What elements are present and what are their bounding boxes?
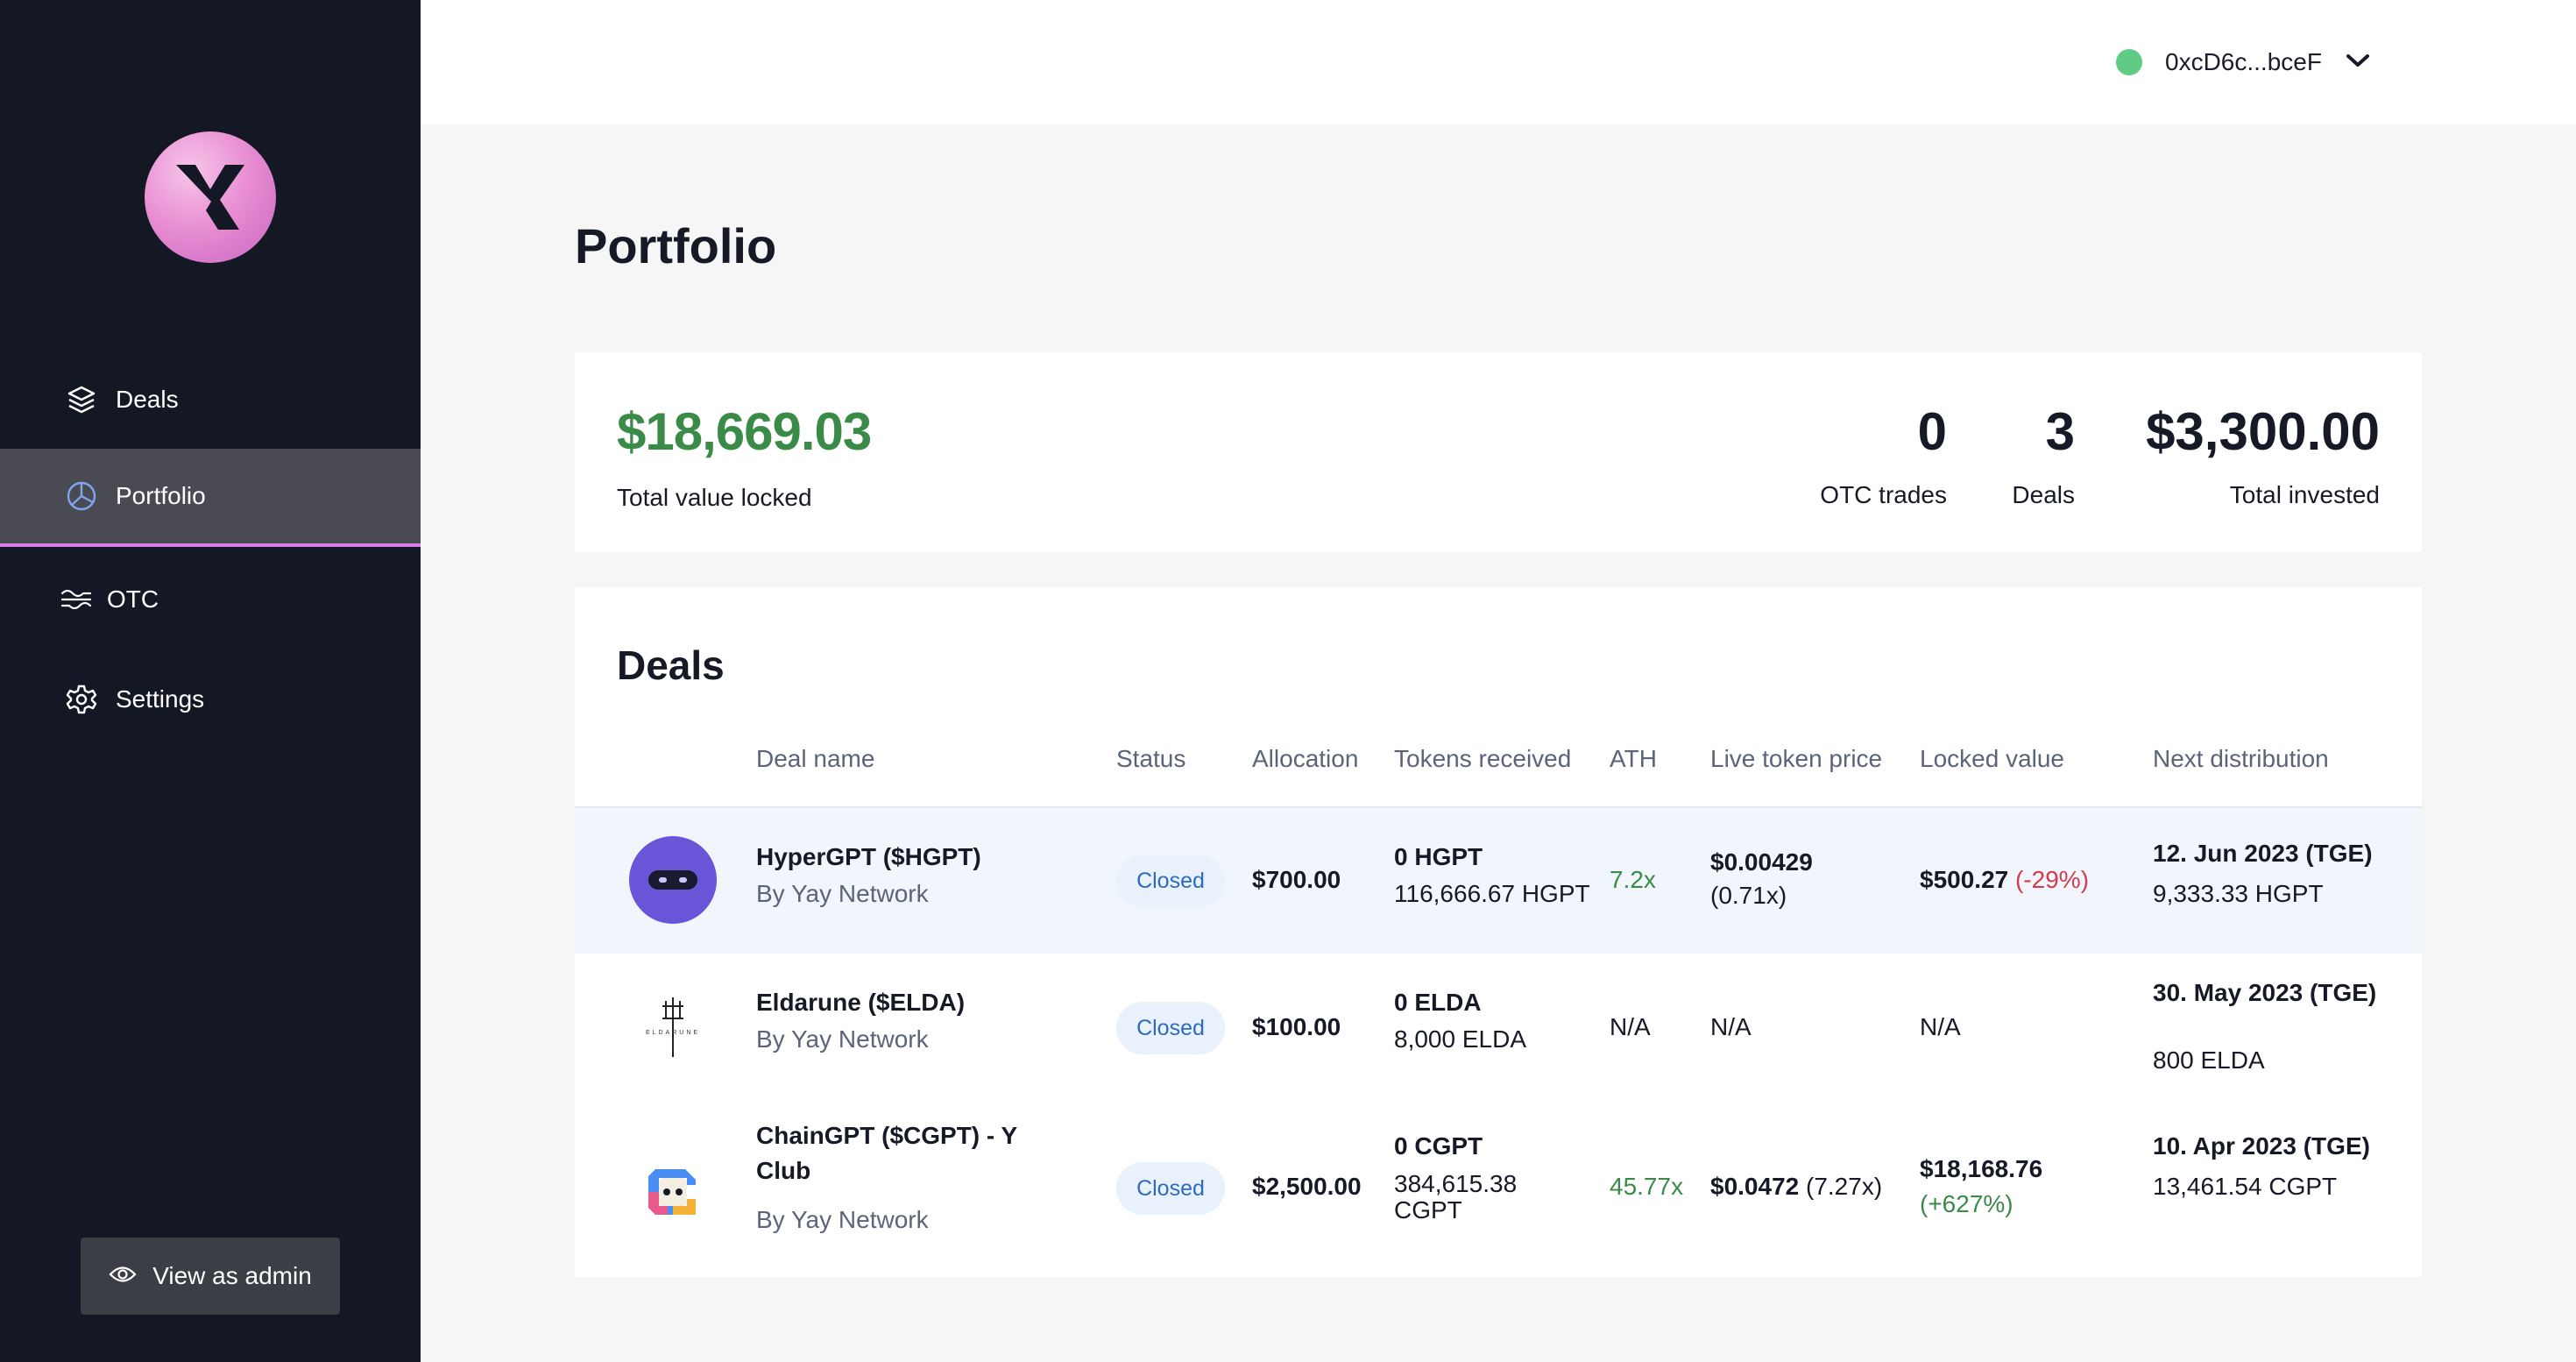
- column-header-allocation[interactable]: Allocation: [1252, 745, 1358, 773]
- sidebar-item-label: Deals: [116, 386, 179, 413]
- table-row[interactable]: HyperGPT ($HGPT) By Yay Network Closed $…: [575, 808, 2422, 954]
- locked-value-change: (-29%): [2015, 866, 2090, 893]
- tokens-received-claimed: 0 ELDA: [1394, 989, 1482, 1016]
- top-header: 0xcD6c...bceF: [421, 0, 2576, 124]
- status-badge: Closed: [1116, 1002, 1225, 1054]
- hypergpt-logo-icon: [629, 836, 717, 924]
- sidebar-item-label: Portfolio: [116, 482, 206, 509]
- tokens-received-claimed: 0 HGPT: [1394, 843, 1483, 870]
- deal-issuer: By Yay Network: [756, 1025, 929, 1053]
- eldarune-logo-wordmark: ELDARUNE: [646, 1030, 700, 1036]
- sidebar-item-deals[interactable]: Deals: [0, 351, 421, 449]
- total-value-locked-label: Total value locked: [617, 484, 812, 511]
- locked-value-amount: $500.27: [1920, 866, 2009, 893]
- app-logo[interactable]: [145, 131, 276, 263]
- column-header-next-distribution[interactable]: Next distribution: [2153, 745, 2329, 773]
- live-token-multiplier: (0.71x): [1710, 882, 1787, 909]
- column-header-ath[interactable]: ATH: [1610, 745, 1657, 773]
- allocation-value: $2,500.00: [1252, 1173, 1362, 1200]
- gear-icon: [65, 683, 98, 716]
- next-distribution-date: 30. May 2023 (TGE): [2153, 979, 2377, 1006]
- next-distribution-amount: 9,333.33 HGPT: [2153, 880, 2324, 907]
- deal-name[interactable]: HyperGPT ($HGPT): [756, 843, 981, 871]
- otc-trades-value: 0: [1917, 402, 1947, 461]
- pie-chart-icon: [65, 479, 98, 513]
- allocation-value: $100.00: [1252, 1013, 1341, 1040]
- next-distribution-amount: 800 ELDA: [2153, 1046, 2265, 1074]
- total-invested-label: Total invested: [2229, 481, 2380, 508]
- wallet-dropdown[interactable]: 0xcD6c...bceF: [2116, 44, 2371, 81]
- deals-table-card: Deals Deal name Status Allocation Tokens…: [575, 587, 2422, 1277]
- total-invested-stat: $3,300.00 Total invested: [2146, 401, 2380, 509]
- tokens-received-claimed: 0 CGPT: [1394, 1132, 1483, 1160]
- locked-value: $500.27 (-29%): [1920, 866, 2089, 894]
- locked-value-amount: $18,168.76: [1920, 1155, 2043, 1182]
- layers-icon: [65, 383, 98, 416]
- tokens-received-total: 116,666.67 HGPT: [1394, 880, 1590, 907]
- eldarune-logo-icon: ELDARUNE: [629, 983, 717, 1071]
- chaingpt-logo-icon: [629, 1148, 717, 1236]
- locked-value-amount: N/A: [1920, 1013, 1961, 1040]
- view-as-admin-label: View as admin: [152, 1262, 312, 1289]
- tokens-received-total: 384,615.38 CGPT: [1394, 1170, 1518, 1224]
- wallet-address: 0xcD6c...bceF: [2165, 48, 2322, 75]
- otc-trades-label: OTC trades: [1820, 481, 1947, 508]
- deal-issuer: By Yay Network: [756, 1206, 929, 1233]
- column-header-deal-name[interactable]: Deal name: [756, 745, 874, 773]
- live-token-price-value: $0.0472: [1710, 1173, 1800, 1200]
- ath-value: 7.2x: [1610, 866, 1656, 893]
- ath-value: N/A: [1610, 1013, 1651, 1040]
- table-row[interactable]: ChainGPT ($CGPT) - Y Club By Yay Network…: [575, 1103, 2422, 1277]
- sidebar-item-label: Settings: [116, 685, 205, 713]
- page-title: Portfolio: [575, 218, 777, 273]
- locked-value-change: (+627%): [1920, 1190, 2013, 1217]
- total-invested-value: $3,300.00: [2146, 402, 2380, 461]
- summary-card: $18,669.03 Total value locked 0 OTC trad…: [575, 352, 2422, 552]
- otc-trades-stat: 0 OTC trades: [1820, 401, 1947, 509]
- total-value-locked: $18,669.03: [617, 402, 872, 461]
- sidebar-item-portfolio[interactable]: Portfolio: [0, 449, 421, 547]
- deals-count-value: 3: [2045, 402, 2075, 461]
- chevron-down-icon[interactable]: [2345, 52, 2371, 74]
- wallet-status-dot: [2116, 49, 2142, 75]
- next-distribution-amount: 13,461.54 CGPT: [2153, 1173, 2338, 1200]
- deal-name[interactable]: ChainGPT ($CGPT) - Y Club: [756, 1118, 1072, 1188]
- live-token-price: $0.0472 (7.27x): [1710, 1173, 1882, 1201]
- swap-icon: [60, 583, 93, 616]
- allocation-value: $700.00: [1252, 866, 1341, 893]
- deal-issuer: By Yay Network: [756, 880, 929, 907]
- sidebar-item-label: OTC: [107, 585, 159, 613]
- column-header-live-token-price[interactable]: Live token price: [1710, 745, 1882, 773]
- y-logo-icon: [176, 165, 244, 230]
- column-header-status[interactable]: Status: [1116, 745, 1185, 773]
- live-token-price: N/A: [1710, 1013, 1752, 1040]
- table-row[interactable]: ELDARUNE Eldarune ($ELDA) By Yay Network…: [575, 954, 2422, 1103]
- sidebar-item-otc[interactable]: OTC: [0, 550, 421, 649]
- deals-table-title: Deals: [617, 642, 725, 688]
- deals-count-label: Deals: [2012, 481, 2075, 508]
- deal-name[interactable]: Eldarune ($ELDA): [756, 989, 965, 1017]
- live-token-price: $0.00429: [1710, 848, 1813, 876]
- sidebar-item-settings[interactable]: Settings: [0, 650, 421, 748]
- sidebar: Deals Portfolio OTC Settings View as adm…: [0, 0, 421, 1362]
- column-header-locked-value[interactable]: Locked value: [1920, 745, 2064, 773]
- status-badge: Closed: [1116, 855, 1225, 907]
- ath-value: 45.77x: [1610, 1173, 1684, 1200]
- next-distribution-date: 10. Apr 2023 (TGE): [2153, 1132, 2370, 1160]
- live-token-multiplier: (7.27x): [1806, 1173, 1883, 1200]
- column-header-tokens-received[interactable]: Tokens received: [1394, 745, 1571, 773]
- eye-icon: [109, 1262, 137, 1290]
- next-distribution-date: 12. Jun 2023 (TGE): [2153, 840, 2373, 867]
- view-as-admin-button[interactable]: View as admin: [81, 1238, 340, 1315]
- deals-stat: 3 Deals: [2012, 401, 2075, 509]
- tokens-received-total: 8,000 ELDA: [1394, 1025, 1526, 1053]
- status-badge: Closed: [1116, 1162, 1225, 1215]
